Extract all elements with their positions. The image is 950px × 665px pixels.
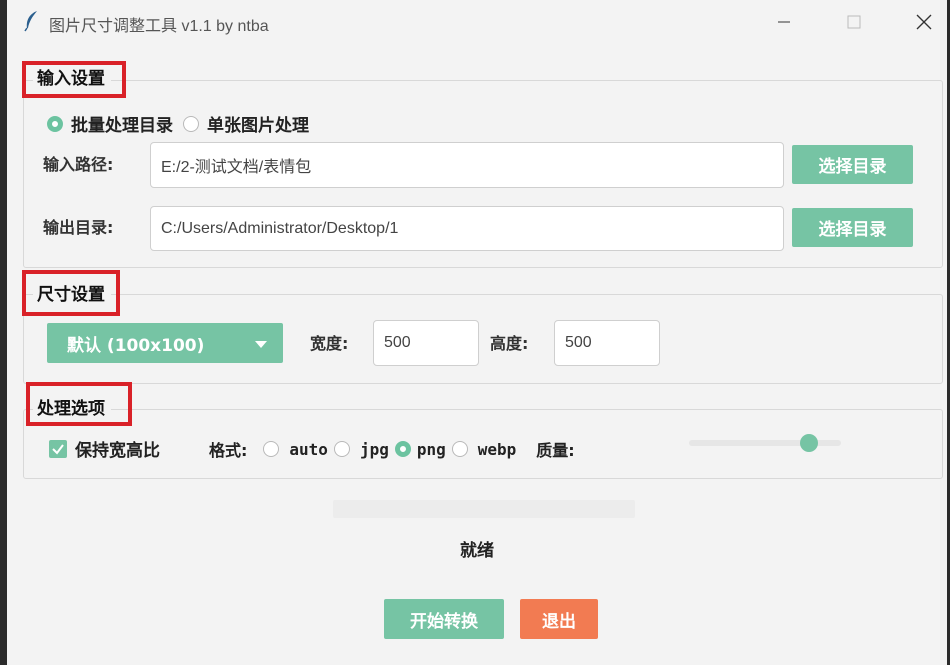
keep-ratio-label[interactable]: 保持宽高比 [75, 436, 160, 461]
width-label: 宽度: [310, 334, 349, 353]
feather-icon [23, 10, 41, 36]
format-webp-label[interactable]: webp [478, 440, 517, 459]
format-radio-group: 格式: auto jpg png webp 质量: [209, 437, 575, 461]
choose-output-dir-button[interactable]: 选择目录 [792, 208, 913, 247]
batch-mode-radio[interactable] [47, 115, 63, 132]
progress-bar [333, 500, 635, 518]
close-button[interactable] [902, 6, 946, 38]
close-icon [916, 14, 932, 30]
quality-label: 质量: [536, 441, 575, 460]
mode-radio-group: 批量处理目录 单张图片处理 [47, 111, 319, 136]
minimize-icon [778, 21, 790, 23]
quality-slider[interactable] [689, 434, 841, 452]
input-path-label: 输入路径: [43, 155, 114, 174]
window-title: 图片尺寸调整工具 v1.1 by ntba [49, 18, 269, 35]
keep-ratio-row: 保持宽高比 [49, 436, 170, 461]
size-settings-highlight [22, 270, 120, 316]
format-auto-label[interactable]: auto [289, 440, 328, 459]
chevron-down-icon [255, 341, 267, 348]
format-webp-radio[interactable] [451, 441, 468, 457]
size-preset-value: 默认 (100x100) [67, 335, 205, 356]
status-text: 就绪 [460, 541, 494, 561]
maximize-icon [847, 15, 861, 29]
single-mode-radio[interactable] [183, 115, 199, 132]
height-input[interactable]: 500 [554, 320, 660, 366]
single-mode-label[interactable]: 单张图片处理 [207, 111, 309, 136]
output-dir-label: 输出目录: [43, 218, 114, 237]
input-path-field[interactable]: E:/2-测试文档/表情包 [150, 142, 784, 188]
exit-button[interactable]: 退出 [520, 599, 598, 639]
format-png-label[interactable]: png [417, 440, 446, 459]
format-jpg-radio[interactable] [333, 441, 350, 457]
height-label: 高度: [490, 334, 529, 353]
format-jpg-label[interactable]: jpg [360, 440, 389, 459]
checkmark-icon [52, 443, 64, 455]
start-convert-button[interactable]: 开始转换 [384, 599, 504, 639]
app-window: 图片尺寸调整工具 v1.1 by ntba 输入设置 批量处理目录 单张图片处理… [7, 0, 947, 665]
choose-input-dir-button[interactable]: 选择目录 [792, 145, 913, 184]
size-preset-dropdown[interactable]: 默认 (100x100) [47, 323, 283, 363]
options-highlight [26, 382, 132, 426]
input-settings-highlight [22, 61, 126, 98]
output-dir-field[interactable]: C:/Users/Administrator/Desktop/1 [150, 206, 784, 251]
width-input[interactable]: 500 [373, 320, 479, 366]
format-auto-radio[interactable] [263, 441, 280, 457]
maximize-button[interactable] [832, 6, 876, 38]
format-png-radio[interactable] [394, 441, 411, 457]
title-bar: 图片尺寸调整工具 v1.1 by ntba [7, 0, 947, 46]
minimize-button[interactable] [762, 6, 806, 38]
batch-mode-label[interactable]: 批量处理目录 [71, 111, 173, 136]
format-label: 格式: [209, 441, 248, 460]
keep-ratio-checkbox[interactable] [49, 439, 67, 458]
